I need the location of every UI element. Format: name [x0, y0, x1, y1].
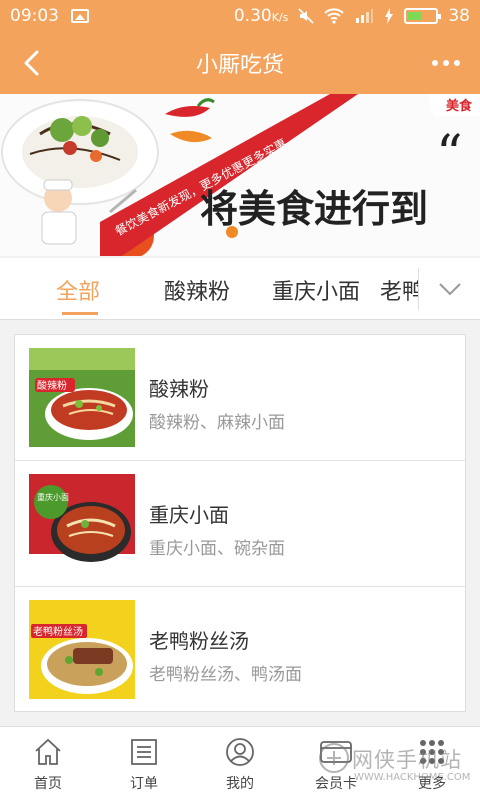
charging-icon [385, 8, 394, 24]
network-speed: 0.30K/s [233, 6, 289, 26]
more-dots-icon [432, 60, 460, 66]
nav-home-label: 首页 [34, 776, 62, 792]
battery-level: 38 [448, 6, 470, 26]
page-title: 小厮吃货 [195, 53, 284, 78]
chevron-down-icon [439, 283, 461, 296]
dish-description: 老鸭粉丝汤、鸭汤面 [149, 665, 302, 685]
active-tab-indicator [62, 312, 98, 315]
card-icon [320, 741, 352, 763]
chevron-left-icon [24, 50, 39, 76]
more-options-button[interactable] [426, 46, 466, 80]
category-tab-scroller[interactable]: 全部 酸辣粉 重庆小面 老鸭粉丝汤 [0, 258, 418, 320]
category-tabs: 全部 酸辣粉 重庆小面 老鸭粉丝汤 [0, 258, 480, 320]
nav-more-label: 更多 [418, 776, 446, 792]
dish-name: 老鸭粉丝汤 [149, 629, 249, 653]
nav-member-card[interactable]: 会员卡 [288, 727, 384, 800]
promo-banner[interactable]: 餐饮美食新发现，更多优惠更多实惠 将美食进行到 “ 美食 [0, 94, 480, 256]
banner-corner-badge: 美食 [446, 98, 473, 114]
nav-profile-label: 我的 [226, 776, 254, 792]
nav-orders-label: 订单 [130, 776, 158, 792]
thumb-label: 酸辣粉 [37, 379, 67, 392]
user-icon [226, 738, 254, 766]
expand-tabs-button[interactable] [420, 258, 480, 320]
wifi-icon [324, 8, 345, 24]
gallery-notification-icon [71, 9, 89, 23]
mute-icon [298, 8, 314, 24]
banner-quote-mark: “ [436, 125, 463, 185]
dish-name: 酸辣粉 [149, 377, 209, 401]
dish-thumbnail: 酸辣粉 [29, 348, 135, 447]
nav-home[interactable]: 首页 [0, 727, 96, 800]
thumb-label: 老鸭粉丝汤 [33, 625, 83, 638]
nav-profile[interactable]: 我的 [192, 727, 288, 800]
dish-list: 酸辣粉 酸辣粉 酸辣粉、麻辣小面 重庆小面 重庆小面 重庆小面、碗杂面 老鸭粉丝… [14, 334, 466, 712]
signal-icon [356, 9, 374, 23]
back-button[interactable] [14, 46, 48, 80]
tab-chongqing-xiaomian[interactable]: 重庆小面 [272, 274, 360, 306]
banner-artwork: 餐饮美食新发现，更多优惠更多实惠 将美食进行到 “ 美食 [0, 94, 480, 256]
dish-thumbnail: 重庆小面 [29, 474, 135, 573]
dish-description: 重庆小面、碗杂面 [149, 539, 285, 559]
status-time: 09:03 [10, 6, 59, 26]
dish-thumbnail: 老鸭粉丝汤 [29, 600, 135, 699]
list-item[interactable]: 酸辣粉 酸辣粉 酸辣粉、麻辣小面 [15, 335, 465, 461]
battery-icon [404, 8, 442, 24]
order-list-icon [131, 739, 157, 765]
title-bar: 小厮吃货 [0, 32, 480, 94]
bottom-navigation: 首页 订单 我的 会员卡 更多 [0, 726, 480, 800]
home-icon [35, 738, 61, 765]
nav-member-card-label: 会员卡 [315, 776, 357, 792]
dish-name: 重庆小面 [149, 503, 229, 527]
nav-more[interactable]: 更多 [384, 727, 480, 800]
nav-orders[interactable]: 订单 [96, 727, 192, 800]
tab-all[interactable]: 全部 [56, 274, 100, 306]
status-bar: 09:03 0.30K/s 38 [0, 0, 480, 32]
grid-icon [420, 740, 444, 764]
dish-description: 酸辣粉、麻辣小面 [149, 413, 285, 433]
tab-divider [418, 268, 419, 310]
thumb-label: 重庆小面 [37, 492, 69, 502]
list-item[interactable]: 老鸭粉丝汤 老鸭粉丝汤 老鸭粉丝汤、鸭汤面 [15, 587, 465, 713]
banner-slogan: 将美食进行到 [200, 186, 428, 231]
tab-laoya-fensi-tang[interactable]: 老鸭粉丝汤 [380, 274, 418, 306]
tab-suanlafen[interactable]: 酸辣粉 [164, 274, 230, 306]
list-item[interactable]: 重庆小面 重庆小面 重庆小面、碗杂面 [15, 461, 465, 587]
